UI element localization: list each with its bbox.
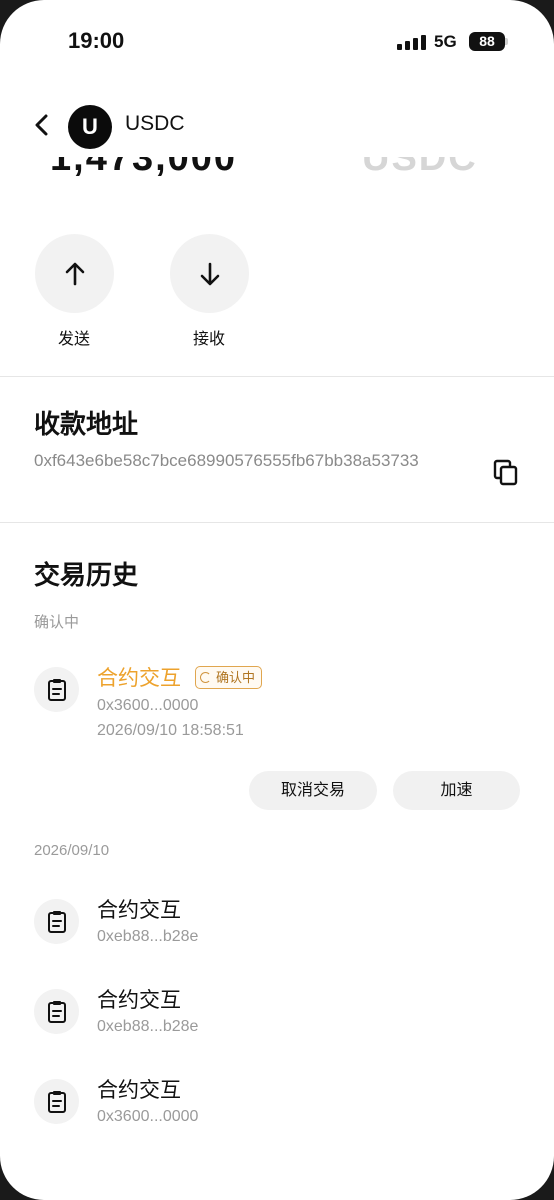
token-name: USDC	[125, 112, 185, 135]
balance-partial: 1,473,000 USDC	[50, 157, 520, 179]
tx-icon	[34, 1079, 79, 1124]
history-section-title: 交易历史	[34, 560, 139, 590]
tx-title: 合约交互	[97, 667, 181, 690]
battery-tip	[505, 38, 508, 45]
back-button[interactable]	[30, 110, 54, 140]
network-type: 5G	[434, 32, 457, 51]
tx-icon	[34, 899, 79, 944]
speed-up-button[interactable]: 加速	[393, 771, 520, 810]
date-group-label: 2026/09/10	[34, 842, 110, 859]
clipboard-icon	[48, 679, 66, 701]
tx-icon	[34, 989, 79, 1034]
status-time: 19:00	[68, 28, 125, 53]
tx-hash: 0x3600...0000	[97, 697, 199, 714]
copy-address-button[interactable]	[493, 459, 519, 487]
clipboard-icon	[48, 911, 66, 933]
balance-amount: 1,473,000	[50, 157, 238, 179]
cancel-transaction-button[interactable]: 取消交易	[249, 771, 377, 810]
tx-title: 合约交互	[97, 899, 181, 922]
tx-title: 合约交互	[97, 989, 181, 1012]
arrow-up-icon	[65, 262, 84, 286]
address-section-title: 收款地址	[34, 409, 139, 439]
status-badge: 确认中	[195, 666, 263, 689]
tx-time: 2026/09/10 18:58:51	[97, 722, 244, 739]
tx-hash: 0xeb88...b28e	[97, 928, 199, 945]
divider	[0, 522, 554, 523]
copy-icon	[493, 459, 518, 486]
wallet-screen: 19:00 5G 88 U USDC 1,473,000 USDC 发送 接收	[0, 0, 554, 1200]
divider	[0, 376, 554, 377]
token-logo: U	[68, 105, 112, 149]
receive-label: 接收	[192, 331, 225, 348]
battery-icon: 88	[469, 32, 505, 51]
tx-hash: 0x3600...0000	[97, 1108, 199, 1125]
clipboard-icon	[48, 1091, 66, 1113]
pending-group-label: 确认中	[34, 614, 80, 631]
tx-hash: 0xeb88...b28e	[97, 1018, 199, 1035]
receive-icon-circle	[169, 234, 249, 313]
status-badge-label: 确认中	[216, 670, 256, 685]
balance-unit: USDC	[362, 157, 478, 179]
send-icon-circle	[34, 234, 114, 313]
chevron-left-icon	[35, 114, 48, 136]
tx-title: 合约交互	[97, 1079, 181, 1102]
tx-icon	[34, 667, 79, 712]
receive-button[interactable]: 接收	[169, 234, 249, 349]
send-button[interactable]: 发送	[34, 234, 114, 349]
wallet-address: 0xf643e6be58c7bce68990576555fb67bb38a537…	[34, 451, 419, 470]
arrow-down-icon	[200, 262, 219, 286]
signal-icon	[397, 34, 427, 50]
loading-icon	[200, 672, 211, 683]
send-label: 发送	[57, 331, 90, 348]
clipboard-icon	[48, 1001, 66, 1023]
